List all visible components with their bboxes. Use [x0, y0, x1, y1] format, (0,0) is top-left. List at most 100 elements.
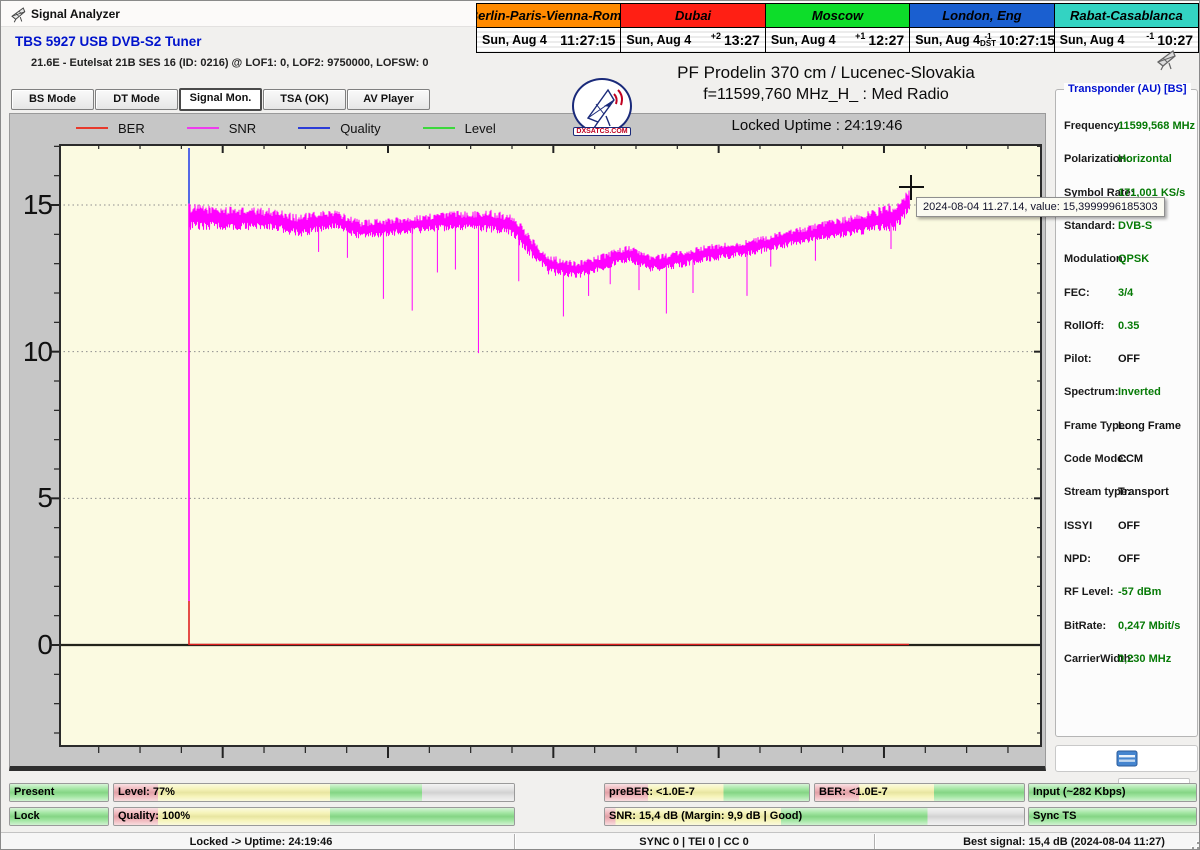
corner-dish-icon: [1156, 49, 1176, 71]
legend-line-swatch: [186, 127, 219, 129]
y-tick-0: 0: [37, 629, 53, 660]
clock-city-label: Moscow: [765, 4, 910, 28]
legend-item-ber: BER: [76, 121, 145, 136]
clock-date: Sun, Aug 4: [482, 33, 547, 47]
clock-city-label: Dubai: [621, 4, 765, 28]
field-value: Long Frame: [1118, 419, 1181, 432]
lock-indicator: Lock: [9, 807, 109, 826]
clock-time: 10:27: [1157, 32, 1194, 48]
bar-label: Quality: 100%: [118, 810, 191, 822]
status-best-signal: Best signal: 15,4 dB (2024-08-04 11:27): [963, 836, 1165, 848]
frequency-title: f=11599,760 MHz_H_ : Med Radio: [703, 86, 949, 103]
transponder-row-npd-: NPD: OFF: [1056, 553, 1197, 569]
app-dish-icon: [11, 7, 26, 23]
field-value: -57 dBm: [1118, 586, 1162, 599]
clock-utc-offset: +2: [710, 31, 721, 41]
clock-utc-offset: -1 DST: [980, 32, 997, 48]
field-value: OFF: [1118, 552, 1140, 565]
clock-time: 12:27: [868, 32, 905, 48]
field-label: RF Level:: [1064, 586, 1114, 599]
legend-item-level: Level: [422, 121, 496, 136]
sync-ts-bar: Sync TS: [1028, 807, 1197, 826]
transponder-row-spectrum-: Spectrum: Inverted: [1056, 386, 1197, 402]
quality-bar: Quality: 100%: [113, 807, 515, 826]
tab-signal-mon-[interactable]: Signal Mon.: [179, 88, 262, 111]
tab-av-player[interactable]: AV Player: [347, 89, 430, 110]
transponder-row-polarization-: Polarization: Horizontal: [1056, 153, 1197, 169]
stream-list-button[interactable]: [1055, 745, 1198, 772]
bar-label: SNR: 15,4 dB (Margin: 9,9 dB | Good): [609, 810, 803, 822]
clock-date: Sun, Aug 4: [626, 33, 692, 47]
transponder-row-rolloff-: RollOff: 0.35: [1056, 320, 1197, 336]
legend-item-snr: SNR: [186, 120, 257, 136]
legend-line-swatch: [76, 127, 108, 129]
legend-item-quality: Quality: [298, 120, 381, 136]
transponder-panel-title: Transponder (AU) [BS]: [1064, 83, 1191, 95]
signal-plot-area[interactable]: [50, 144, 1042, 758]
clock-utc-offset: -1: [1146, 31, 1155, 41]
field-value: 0,230 MHz: [1118, 652, 1172, 665]
legend-label: Quality: [340, 120, 381, 136]
clock-utc-offset: +1: [855, 31, 866, 41]
tuner-title: TBS 5927 USB DVB-S2 Tuner: [15, 34, 202, 49]
transponder-row-stream-type-: Stream type: Transport: [1056, 486, 1197, 502]
bar-label: Level: 77%: [118, 786, 175, 798]
clock-city-label: Rabat-Casablanca: [1054, 4, 1199, 28]
transponder-row-pilot-: Pilot: OFF: [1056, 353, 1197, 369]
clock-moscow: Moscow Sun, Aug 4 +1 12:27: [765, 4, 911, 52]
field-label: Modulation:: [1064, 253, 1127, 266]
input-bar: Input (~282 Kbps): [1028, 783, 1197, 802]
tab-bs-mode[interactable]: BS Mode: [11, 89, 94, 110]
status-uptime: Locked -> Uptime: 24:19:46: [189, 836, 333, 848]
clock-date: Sun, Aug 4: [770, 33, 836, 47]
clock-time: 13:27: [724, 32, 760, 48]
chart-value-tooltip: 2024-08-04 11.27.14, value: 15,399999618…: [916, 197, 1165, 217]
transponder-row-fec-: FEC: 3/4: [1056, 287, 1197, 303]
transponder-row-rf-level-: RF Level: -57 dBm: [1056, 586, 1197, 602]
window-title: Signal Analyzer: [31, 7, 120, 21]
ber-bar: BER: <1.0E-7: [814, 783, 1025, 802]
field-label: Frequency:: [1064, 120, 1124, 132]
snr-bar: SNR: 15,4 dB (Margin: 9,9 dB | Good): [604, 807, 1025, 826]
clock-dubai: Dubai Sun, Aug 4 +2 13:27: [621, 4, 766, 52]
list-icon: [1116, 750, 1137, 767]
legend-label: SNR: [228, 120, 257, 136]
field-label: Standard:: [1064, 219, 1116, 232]
legend-label: BER: [118, 120, 145, 136]
field-value: 3/4: [1118, 286, 1134, 299]
clock-time: 10:27:15: [999, 32, 1056, 48]
status-sync: SYNC 0 | TEI 0 | CC 0: [639, 836, 749, 848]
y-tick-15: 15: [22, 189, 53, 220]
locked-uptime-text: Locked Uptime : 24:19:46: [731, 117, 903, 134]
field-label: NPD:: [1064, 552, 1091, 565]
field-value: OFF: [1118, 353, 1140, 366]
tab-tsa-ok-[interactable]: TSA (OK): [263, 89, 346, 110]
bar-label: Present: [14, 786, 55, 798]
transponder-row-frequency-: Frequency: 11599,568 MHz: [1056, 120, 1197, 136]
tuner-details: 21.6E - Eutelsat 21B SES 16 (ID: 0216) @…: [31, 57, 429, 69]
tab-dt-mode[interactable]: DT Mode: [95, 89, 178, 110]
field-label: Pilot:: [1064, 353, 1092, 366]
transponder-row-code-mode-: Code Mode: CCM: [1056, 453, 1197, 469]
transponder-row-bitrate-: BitRate: 0,247 Mbit/s: [1056, 620, 1197, 636]
field-value: DVB-S: [1118, 219, 1153, 232]
field-label: FEC:: [1064, 286, 1090, 299]
clock-city-label: London, Eng: [910, 4, 1054, 28]
transponder-row-standard-: Standard: DVB-S: [1056, 220, 1197, 236]
clock-city-label: Berlin-Paris-Vienna-Roma: [477, 4, 621, 28]
y-tick-10: 10: [22, 336, 53, 367]
field-value: 0,247 Mbit/s: [1118, 619, 1181, 632]
status-bar: Locked -> Uptime: 24:19:46 SYNC 0 | TEI …: [1, 832, 1199, 849]
clock-berlin-paris-vienna-roma: Berlin-Paris-Vienna-Roma Sun, Aug 4 11:27:…: [477, 4, 622, 52]
transponder-row-modulation-: Modulation: QPSK: [1056, 253, 1197, 269]
field-value: CCM: [1118, 453, 1144, 465]
dxsatcs-logo: DXSATCS.COM: [572, 78, 636, 138]
dish-location-title: PF Prodelin 370 cm / Lucenec-Slovakia: [677, 63, 975, 82]
bar-label: Input (~282 Kbps): [1033, 786, 1126, 798]
legend-line-swatch: [422, 127, 455, 129]
transponder-row-issyi: ISSYI OFF: [1056, 520, 1197, 536]
level-bar: Level: 77%: [113, 783, 515, 802]
resize-grip[interactable]: [1187, 837, 1199, 849]
bar-label: Sync TS: [1033, 810, 1077, 822]
field-value: Horizontal: [1118, 153, 1172, 166]
